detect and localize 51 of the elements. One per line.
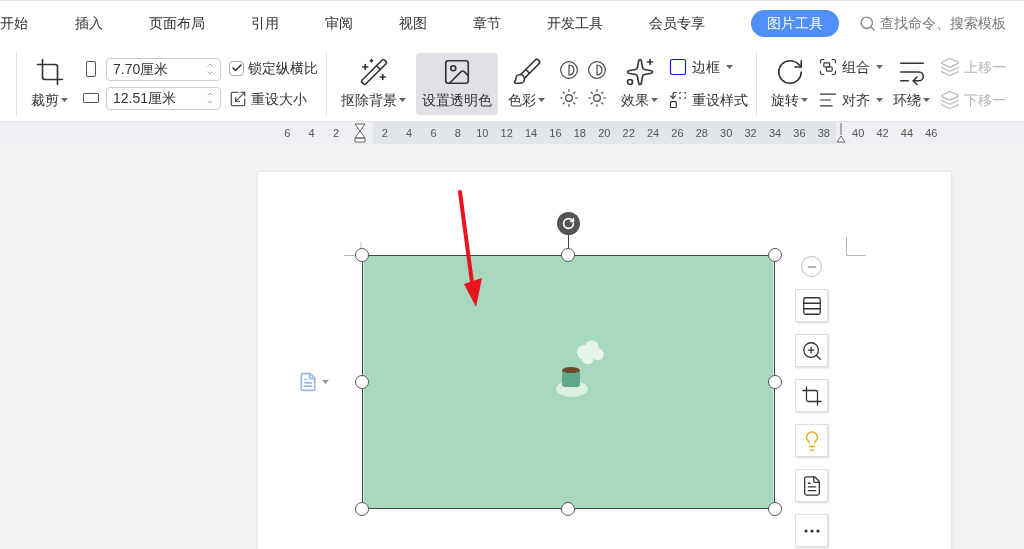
size-field[interactable]: 7.70厘米	[106, 57, 221, 81]
ruler-number: 16	[548, 125, 563, 141]
ruler-number: 30	[719, 125, 734, 141]
ruler-number: 40	[851, 125, 866, 141]
ruler-number: 36	[792, 125, 807, 141]
ruler-number: 24	[645, 125, 661, 141]
ruler-number: 38	[816, 125, 831, 141]
ruler-number: 2	[331, 125, 341, 141]
ruler-number: 10	[475, 125, 490, 141]
ribbon-button[interactable]: 色彩	[502, 52, 551, 115]
ruler-number: 26	[670, 125, 685, 141]
ribbon-button[interactable]: 边框	[668, 56, 748, 78]
ruler-number: 18	[572, 125, 587, 141]
ruler-number: 22	[621, 125, 636, 141]
ribbon-tab[interactable]: 引用	[235, 13, 295, 34]
ribbon-tab[interactable]: 开始	[0, 13, 59, 34]
ribbon-tab[interactable]: 开发工具	[531, 13, 619, 34]
ruler-number: 14	[523, 125, 539, 141]
ribbon-tab[interactable]: 插入	[59, 13, 119, 34]
ruler-number: 4	[307, 125, 316, 141]
ribbon-button[interactable]: 对齐	[818, 89, 883, 111]
ribbon-button[interactable]: 重设大小	[229, 88, 318, 110]
ribbon-button[interactable]: 组合	[818, 56, 883, 78]
ribbon-button[interactable]: 环绕	[887, 52, 936, 115]
ruler-number: 8	[453, 125, 462, 141]
ruler-number: 6	[429, 125, 438, 141]
ribbon-tab[interactable]: 页面布局	[133, 13, 221, 34]
ribbon-button[interactable]: 裁剪	[25, 52, 74, 115]
checkbox-label: 锁定纵横比	[248, 58, 318, 78]
ruler-number: 42	[875, 125, 890, 141]
ruler-number: 44	[899, 125, 915, 141]
ribbon-button[interactable]: 旋转	[765, 52, 814, 115]
ribbon-button[interactable]: 效果	[615, 52, 664, 115]
ruler-number: 12	[499, 125, 514, 141]
ruler-number: 34	[767, 125, 783, 141]
ribbon-button[interactable]: 设置透明色	[416, 52, 498, 115]
ribbon-tab[interactable]: 视图	[383, 13, 443, 34]
ruler-number: 20	[597, 125, 612, 141]
ruler-number: 6	[283, 125, 292, 141]
ruler-number: 2	[380, 125, 389, 141]
ribbon-tab[interactable]: 审阅	[309, 13, 369, 34]
ruler-number: 28	[694, 125, 709, 141]
ribbon-tab[interactable]: 章节	[457, 13, 517, 34]
ruler-number: 4	[405, 125, 414, 141]
ribbon-button[interactable]: 抠除背景	[335, 52, 412, 115]
ribbon-tab[interactable]: 会员专享	[633, 13, 721, 34]
ruler-number: 32	[743, 125, 758, 141]
search-field[interactable]: 查找命令、搜索模板	[859, 13, 1024, 34]
size-field[interactable]: 12.51厘米	[106, 86, 221, 110]
ribbon-button[interactable]: 重设样式	[668, 89, 748, 111]
ruler-number: 46	[924, 125, 939, 141]
